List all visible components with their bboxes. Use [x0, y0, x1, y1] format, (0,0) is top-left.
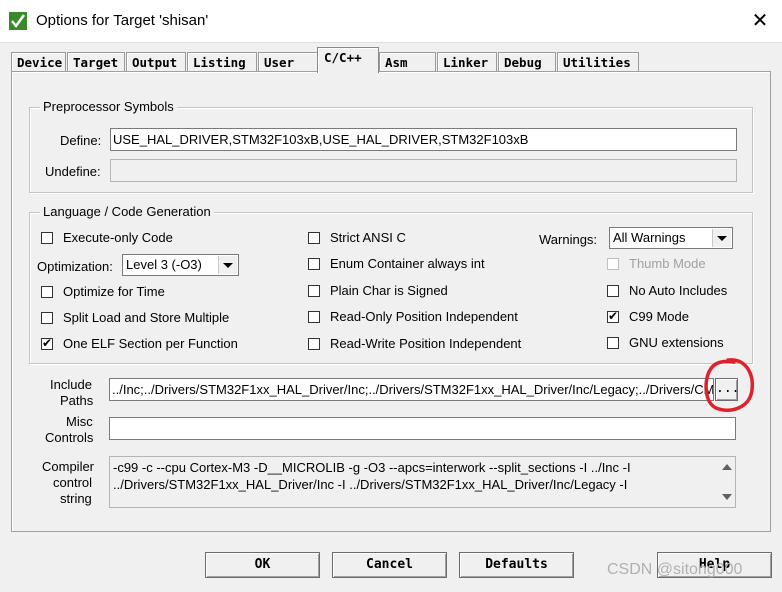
checkbox-box [607, 257, 619, 270]
keil-app-icon [9, 12, 27, 30]
checkbox-box[interactable] [41, 311, 53, 324]
split-load-label: Split Load and Store Multiple [63, 310, 230, 325]
checkmark-icon: ✔ [42, 335, 53, 350]
optimize-time-label: Optimize for Time [63, 284, 165, 299]
tab-user[interactable]: User [258, 52, 318, 72]
strict-ansi-label: Strict ANSI C [330, 230, 406, 245]
tab-cc[interactable]: C/C++ [317, 47, 379, 73]
language-group-title: Language / Code Generation [40, 204, 214, 219]
gnu-ext-checkbox[interactable]: GNU extensions [607, 335, 724, 350]
checkbox-box[interactable] [41, 285, 53, 298]
compiler-label-line2: control [53, 475, 93, 490]
enum-container-label: Enum Container always int [330, 256, 485, 271]
define-input[interactable]: USE_HAL_DRIVER,STM32F103xB,USE_HAL_DRIVE… [110, 128, 737, 151]
rw-pi-label: Read-Write Position Independent [330, 336, 522, 351]
scroll-up-arrow-icon[interactable] [722, 464, 732, 470]
checkbox-box[interactable] [308, 257, 320, 270]
plain-char-label: Plain Char is Signed [330, 283, 448, 298]
compiler-control-string[interactable]: -c99 -c --cpu Cortex-M3 -D__MICROLIB -g … [109, 456, 736, 508]
title-bar: Options for Target 'shisan' ✕ [0, 0, 782, 42]
tab-target[interactable]: Target [67, 52, 125, 72]
execute-only-label: Execute-only Code [63, 230, 173, 245]
checkbox-box[interactable]: ✔ [41, 335, 53, 350]
chevron-down-icon[interactable] [218, 256, 237, 274]
c99-mode-checkbox[interactable]: ✔ C99 Mode [607, 309, 689, 324]
vertical-scrollbar[interactable] [718, 457, 735, 507]
c99-mode-label: C99 Mode [629, 309, 689, 324]
include-label-line2: Paths [60, 393, 94, 408]
optimization-label: Optimization: [37, 259, 113, 274]
checkbox-box[interactable]: ✔ [607, 308, 619, 323]
tab-output[interactable]: Output [126, 52, 186, 72]
one-elf-checkbox[interactable]: ✔ One ELF Section per Function [41, 336, 238, 351]
thumb-mode-checkbox: Thumb Mode [607, 256, 706, 271]
checkbox-box[interactable] [308, 337, 320, 350]
checkbox-box[interactable] [308, 310, 320, 323]
chevron-down-icon[interactable] [712, 229, 731, 247]
tab-listing[interactable]: Listing [187, 52, 257, 72]
ro-pi-checkbox[interactable]: Read-Only Position Independent [308, 309, 518, 324]
watermark: CSDN @sitong000 [607, 561, 743, 578]
tab-utilities[interactable]: Utilities [557, 52, 639, 72]
compiler-string-line1: -c99 -c --cpu Cortex-M3 -D__MICROLIB -g … [113, 460, 631, 475]
checkmark-icon: ✔ [608, 308, 619, 323]
scroll-down-arrow-icon[interactable] [722, 494, 732, 500]
ro-pi-label: Read-Only Position Independent [330, 309, 518, 324]
optimization-value: Level 3 (-O3) [126, 257, 202, 272]
define-label: Define: [60, 133, 102, 148]
misc-controls-input[interactable] [109, 417, 736, 440]
no-auto-includes-label: No Auto Includes [629, 283, 728, 298]
rw-pi-checkbox[interactable]: Read-Write Position Independent [308, 336, 521, 351]
tab-debug[interactable]: Debug [498, 52, 556, 72]
close-icon[interactable]: ✕ [748, 8, 772, 34]
optimize-time-checkbox[interactable]: Optimize for Time [41, 284, 165, 299]
undefine-label: Undefine: [45, 164, 101, 179]
no-auto-includes-checkbox[interactable]: No Auto Includes [607, 283, 727, 298]
strict-ansi-checkbox[interactable]: Strict ANSI C [308, 230, 406, 245]
include-label-line1: Include [50, 377, 92, 392]
compiler-label-line1: Compiler [42, 459, 95, 474]
defaults-button[interactable]: Defaults [459, 552, 574, 578]
gnu-ext-label: GNU extensions [629, 335, 724, 350]
tab-device[interactable]: Device [11, 52, 66, 72]
checkbox-box[interactable] [308, 231, 320, 244]
one-elf-label: One ELF Section per Function [63, 336, 238, 351]
thumb-mode-label: Thumb Mode [629, 256, 706, 271]
optimization-select[interactable]: Level 3 (-O3) [122, 254, 239, 276]
annotation-circle [704, 358, 755, 412]
misc-label-line2: Controls [45, 430, 94, 445]
cancel-button[interactable]: Cancel [332, 552, 447, 578]
checkbox-box[interactable] [308, 284, 320, 297]
tab-asm[interactable]: Asm [379, 52, 436, 72]
plain-char-checkbox[interactable]: Plain Char is Signed [308, 283, 448, 298]
checkbox-box[interactable] [607, 284, 619, 297]
language-group: Language / Code Generation Execute-only … [29, 204, 753, 364]
execute-only-checkbox[interactable]: Execute-only Code [41, 230, 173, 245]
warnings-label: Warnings: [539, 232, 598, 247]
checkbox-box[interactable] [41, 231, 53, 244]
window-title: Options for Target 'shisan' [36, 12, 209, 29]
warnings-value: All Warnings [613, 230, 686, 245]
warnings-select[interactable]: All Warnings [609, 227, 733, 249]
split-load-checkbox[interactable]: Split Load and Store Multiple [41, 310, 229, 325]
include-paths-input[interactable]: ../Inc;../Drivers/STM32F1xx_HAL_Driver/I… [109, 378, 714, 401]
misc-label-line1: Misc [66, 414, 93, 429]
cc-tab-panel: Preprocessor Symbols Define: USE_HAL_DRI… [11, 71, 771, 532]
ok-button[interactable]: OK [205, 552, 320, 578]
enum-container-checkbox[interactable]: Enum Container always int [308, 256, 485, 271]
compiler-string-line2: ../Drivers/STM32F1xx_HAL_Driver/Inc -I .… [113, 477, 628, 492]
preprocessor-group-title: Preprocessor Symbols [40, 99, 177, 114]
checkbox-box[interactable] [607, 336, 619, 349]
undefine-input[interactable] [110, 159, 737, 182]
compiler-label-line3: string [60, 491, 92, 506]
tab-linker[interactable]: Linker [437, 52, 497, 72]
preprocessor-group: Preprocessor Symbols Define: USE_HAL_DRI… [29, 99, 753, 193]
